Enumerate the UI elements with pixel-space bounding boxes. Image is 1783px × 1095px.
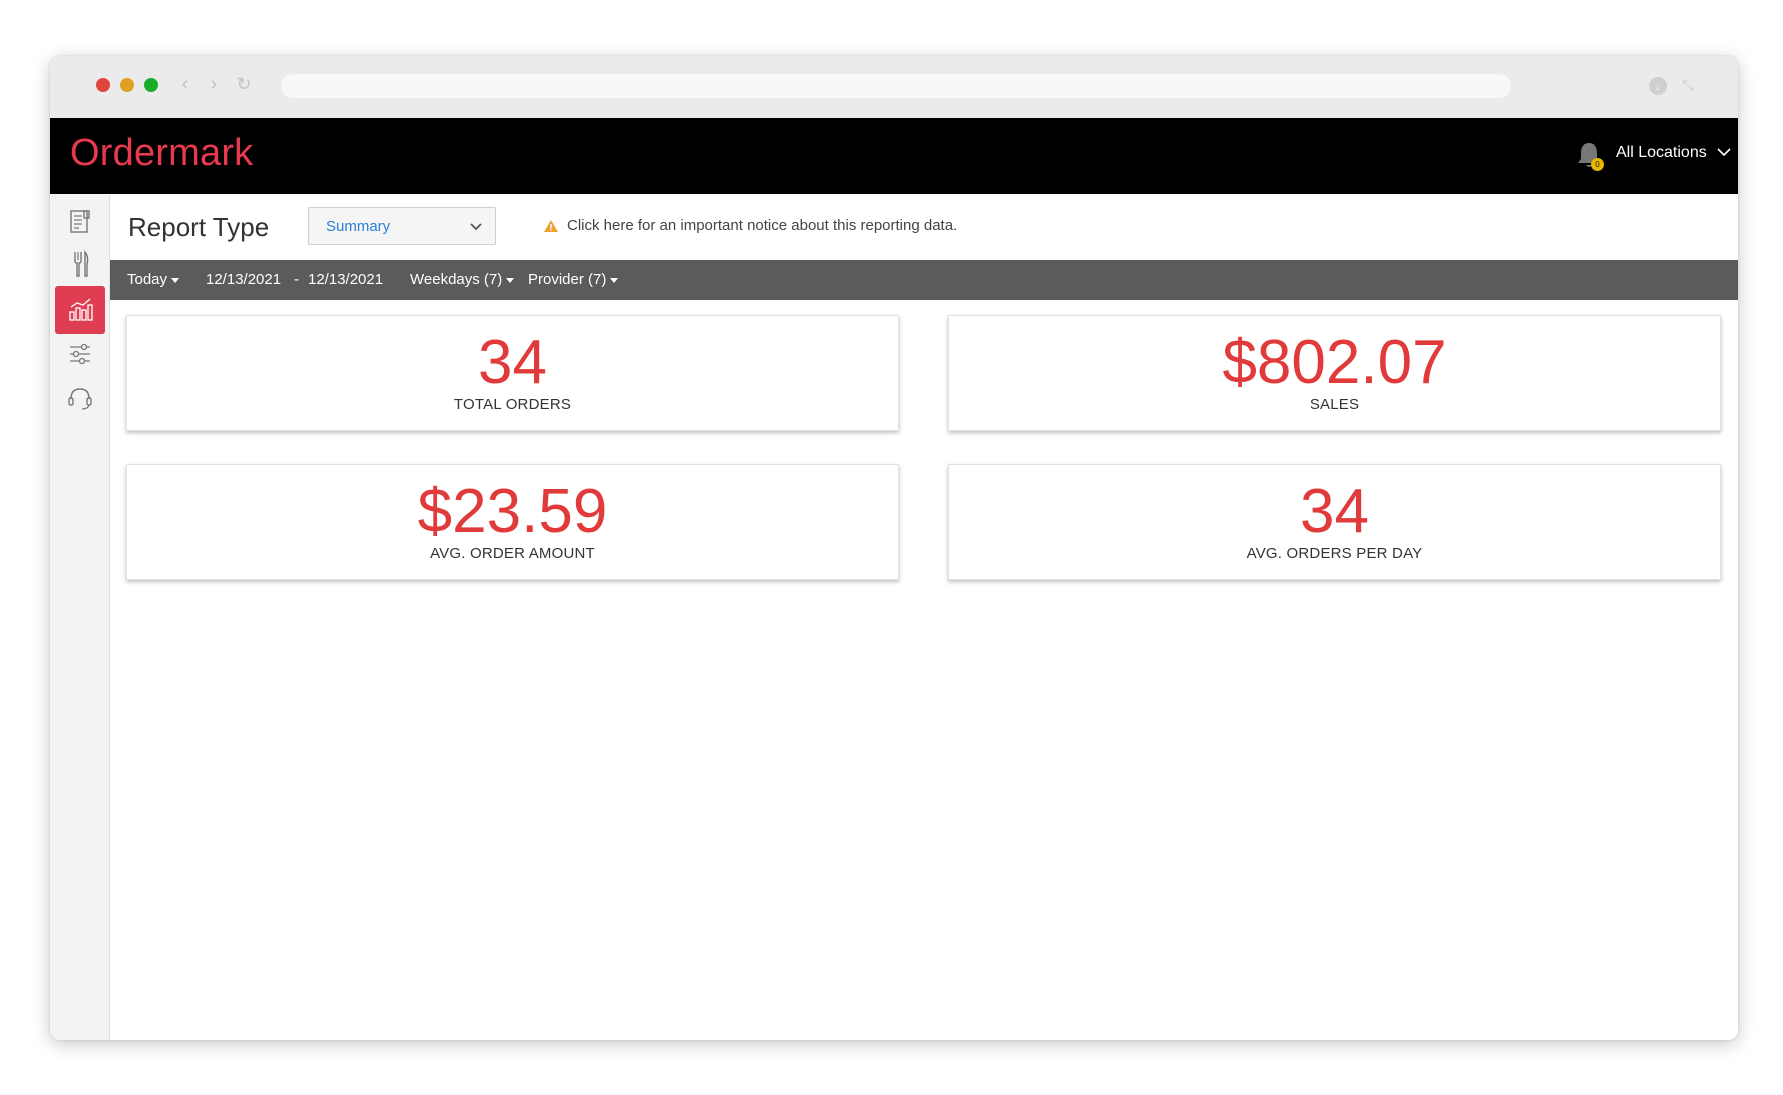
sidebar-item-support[interactable] (55, 374, 105, 422)
metric-label: AVG. ORDER AMOUNT (430, 545, 595, 562)
metric-label: SALES (1309, 396, 1360, 413)
reload-icon[interactable]: ↻ (233, 73, 255, 95)
metric-value: $23.59 (417, 477, 608, 546)
chevron-down-icon (470, 223, 482, 231)
browser-window: ‹ › ↻ ↓ ⤡ Ordermark 0 All Locations Repo… (50, 56, 1738, 1040)
sidebar-item-orders[interactable] (55, 198, 105, 246)
fullscreen-icon[interactable]: ⤡ (1677, 74, 1699, 96)
forward-icon[interactable]: › (203, 73, 225, 95)
minimize-window-button[interactable] (120, 78, 134, 92)
fork-knife-icon (74, 250, 89, 277)
maximize-window-button[interactable] (144, 78, 158, 92)
provider-filter[interactable]: Provider (7) (528, 271, 619, 288)
close-window-button[interactable] (96, 78, 110, 92)
address-bar[interactable] (281, 74, 1511, 98)
location-selector[interactable]: All Locations (1616, 143, 1707, 163)
sliders-icon (70, 343, 90, 365)
metric-value: $802.07 (1222, 328, 1447, 397)
sidebar-item-settings[interactable] (55, 330, 105, 378)
report-type-label: Report Type (128, 212, 270, 242)
receipt-icon (70, 210, 90, 233)
analytics-icon (69, 298, 93, 321)
end-date-input[interactable]: 12/13/2021 (308, 271, 383, 288)
filter-bar: Today 12/13/2021 - 12/13/2021 Weekdays (… (110, 260, 1738, 300)
report-type-value: Summary (326, 218, 391, 235)
metric-card-avg-orders-per-day: 34 AVG. ORDERS PER DAY (948, 464, 1721, 580)
report-type-select[interactable]: Summary (308, 207, 496, 245)
caret-down-icon (171, 277, 180, 283)
notice-text: Click here for an important notice about… (567, 217, 958, 234)
browser-chrome: ‹ › ↻ ↓ ⤡ (50, 56, 1738, 118)
warning-icon (544, 219, 558, 232)
metric-value: 34 (1300, 477, 1369, 546)
app-header: Ordermark 0 All Locations (50, 118, 1738, 194)
sidebar-item-menu[interactable] (55, 240, 105, 288)
metric-card-avg-order-amount: $23.59 AVG. ORDER AMOUNT (126, 464, 899, 580)
back-icon[interactable]: ‹ (174, 73, 196, 95)
period-label: Today (127, 271, 168, 288)
provider-label: Provider (7) (528, 271, 607, 288)
main-content: Report Type Summary Click here for an im… (110, 194, 1738, 1040)
date-separator: - (294, 271, 299, 288)
metric-card-sales: $802.07 SALES (948, 315, 1721, 431)
weekdays-label: Weekdays (7) (410, 271, 503, 288)
metric-card-total-orders: 34 TOTAL ORDERS (126, 315, 899, 431)
chevron-down-icon[interactable] (1716, 144, 1732, 160)
reporting-notice-link[interactable]: Click here for an important notice about… (543, 217, 957, 234)
download-icon[interactable]: ↓ (1647, 74, 1669, 96)
caret-down-icon (506, 277, 515, 283)
sidebar (50, 194, 110, 1040)
metric-label: AVG. ORDERS PER DAY (1246, 545, 1423, 562)
sidebar-item-reports[interactable] (55, 286, 105, 334)
period-filter[interactable]: Today (127, 271, 180, 288)
weekdays-filter[interactable]: Weekdays (7) (410, 271, 515, 288)
metric-label: TOTAL ORDERS (453, 396, 572, 413)
start-date-input[interactable]: 12/13/2021 (206, 271, 281, 288)
notification-badge: 0 (1591, 158, 1604, 171)
support-headset-icon (68, 388, 92, 410)
metric-value: 34 (478, 328, 547, 397)
caret-down-icon (610, 277, 619, 283)
ordermark-logo[interactable]: Ordermark (70, 132, 253, 175)
